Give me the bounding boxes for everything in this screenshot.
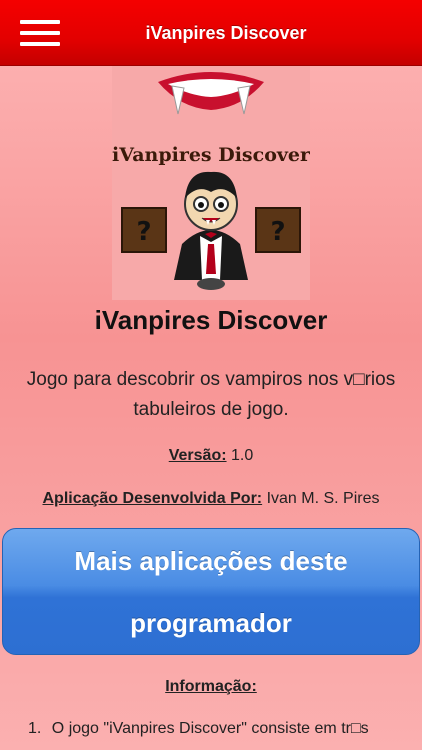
- app-description: Jogo para descobrir os vampiros nos v□ri…: [26, 369, 396, 420]
- navigation-bar: iVanpires Discover: [0, 0, 422, 66]
- version-value: 1.0: [231, 447, 254, 464]
- developer-value: Ivan M. S. Pires: [266, 490, 380, 507]
- more-apps-button-label: Mais aplicações deste programador: [74, 545, 348, 638]
- hamburger-menu-icon[interactable]: [20, 20, 60, 46]
- more-apps-button[interactable]: Mais aplicações deste programador: [2, 528, 420, 655]
- version-label: Versão:: [168, 447, 227, 464]
- mystery-box-left-icon: ?: [121, 207, 167, 253]
- page-title: iVanpires Discover: [145, 23, 307, 43]
- developer-label: Aplicação Desenvolvida Por:: [42, 490, 263, 507]
- list-item-text: O jogo "iVanpires Discover" consiste em …: [51, 720, 369, 737]
- app-logo: iVanpires Discover ? ?: [112, 66, 311, 300]
- app-name-heading: iVanpires Discover: [94, 305, 328, 335]
- list-item-number: 1.: [28, 720, 42, 737]
- mystery-box-right-icon: ?: [255, 207, 301, 253]
- logo-caption: iVanpires Discover: [112, 144, 310, 166]
- list-item: 1. O jogo "iVanpires Discover" consiste …: [28, 720, 422, 738]
- svg-text:?: ?: [270, 217, 285, 247]
- information-heading: Informação:: [165, 678, 257, 695]
- vampire-character-icon: [174, 171, 248, 290]
- svg-text:?: ?: [136, 217, 151, 247]
- vampire-lips-icon: [158, 72, 264, 115]
- version-info: Versão: 1.0: [0, 447, 422, 465]
- developer-info: Aplicação Desenvolvida Por: Ivan M. S. P…: [0, 490, 422, 508]
